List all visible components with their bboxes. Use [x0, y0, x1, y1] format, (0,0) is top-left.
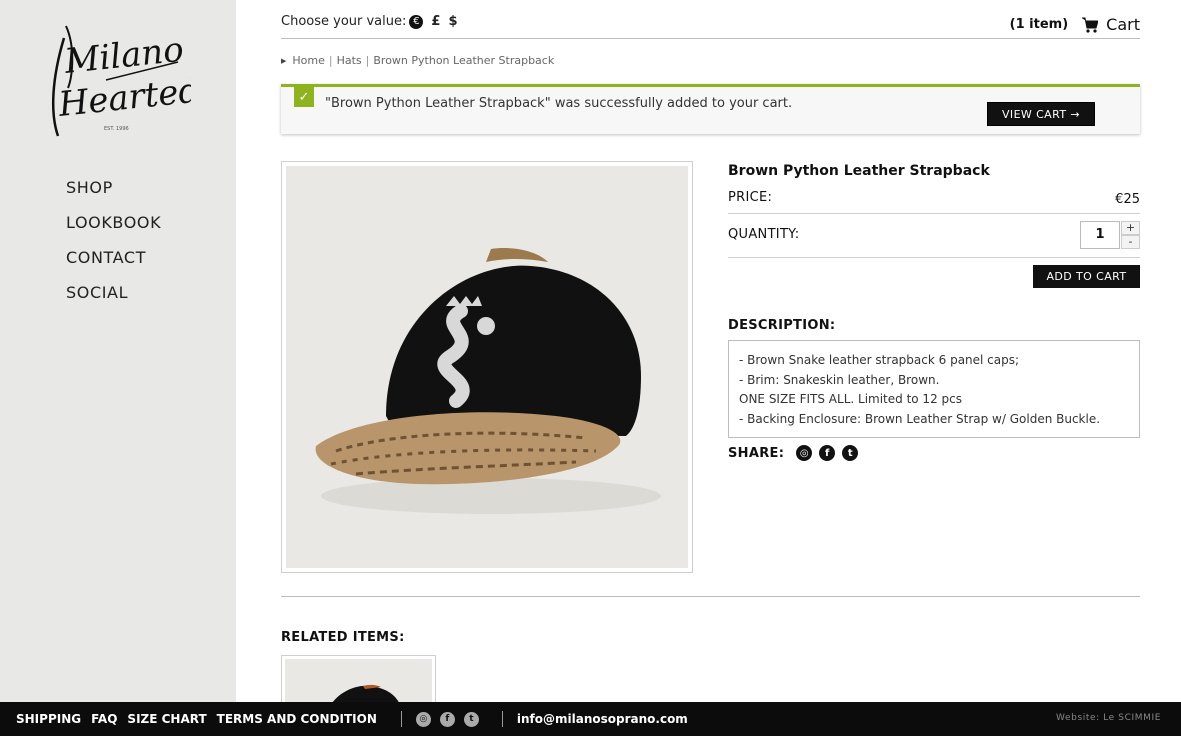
footer: SHIPPING FAQ SIZE CHART TERMS AND CONDIT…: [0, 702, 1181, 736]
brand-logo[interactable]: Milano Hearted EST. 1996: [46, 18, 202, 140]
sidebar-item-contact[interactable]: CONTACT: [66, 248, 161, 283]
breadcrumb-hats[interactable]: Hats: [337, 54, 362, 67]
currency-pound-button[interactable]: £: [431, 14, 440, 29]
breadcrumb-arrow-icon: ▶: [281, 56, 287, 65]
add-to-cart-button[interactable]: ADD TO CART: [1033, 265, 1140, 288]
product-title: Brown Python Leather Strapback: [728, 163, 990, 179]
product-image[interactable]: [286, 166, 688, 568]
footer-separator: [501, 711, 503, 727]
description-line: - Brown Snake leather strapback 6 panel …: [739, 353, 1020, 367]
facebook-icon[interactable]: f: [819, 445, 836, 461]
footer-separator: [400, 711, 402, 727]
breadcrumb-home[interactable]: Home: [292, 54, 324, 67]
description-line: - Backing Enclosure: Brown Leather Strap…: [739, 411, 1101, 426]
instagram-icon[interactable]: ◎: [415, 711, 431, 727]
footer-link-shipping[interactable]: SHIPPING: [16, 712, 81, 726]
cart-label[interactable]: Cart: [1106, 15, 1140, 34]
quantity-input[interactable]: 1: [1080, 221, 1120, 249]
tumblr-icon[interactable]: t: [463, 711, 479, 727]
currency-dollar-button[interactable]: $: [448, 14, 457, 29]
quantity-label: QUANTITY:: [728, 227, 800, 242]
sidebar-nav: SHOP LOOKBOOK CONTACT SOCIAL: [66, 178, 161, 318]
svg-text:EST. 1996: EST. 1996: [104, 126, 129, 132]
currency-euro-button[interactable]: €: [409, 14, 424, 29]
sidebar-item-social[interactable]: SOCIAL: [66, 283, 161, 318]
sidebar: Milano Hearted EST. 1996 SHOP LOOKBOOK C…: [0, 0, 236, 736]
description-box: - Brown Snake leather strapback 6 panel …: [728, 340, 1140, 438]
quantity-row: QUANTITY: 1 + -: [728, 214, 1140, 258]
shopping-cart-icon[interactable]: [1082, 17, 1099, 33]
product-image-frame: [281, 161, 693, 573]
price-row: PRICE: €25: [728, 184, 1140, 214]
breadcrumb: ▶ Home | Hats | Brown Python Leather Str…: [281, 54, 554, 67]
section-divider: [281, 596, 1140, 597]
sidebar-item-lookbook[interactable]: LOOKBOOK: [66, 213, 161, 248]
price-value: €25: [1115, 192, 1140, 207]
view-cart-button[interactable]: VIEW CART →: [987, 102, 1095, 126]
breadcrumb-separator: |: [328, 54, 333, 67]
product-info: Brown Python Leather Strapback PRICE: €2…: [728, 160, 1140, 461]
share-label: SHARE:: [728, 445, 785, 461]
breadcrumb-separator: |: [365, 54, 370, 67]
quantity-decrease-button[interactable]: -: [1121, 235, 1140, 249]
footer-email-link[interactable]: info@milanosoprano.com: [517, 712, 688, 726]
description-label: DESCRIPTION:: [728, 318, 836, 333]
footer-link-terms[interactable]: TERMS AND CONDITION: [217, 712, 377, 726]
price-label: PRICE:: [728, 190, 773, 205]
currency-selector: Choose your value: € £ $: [281, 14, 457, 29]
tumblr-icon[interactable]: t: [842, 445, 859, 461]
breadcrumb-current: Brown Python Leather Strapback: [373, 54, 555, 67]
cart-success-notice: ✓ "Brown Python Leather Strapback" was s…: [281, 84, 1140, 134]
quantity-increase-button[interactable]: +: [1121, 221, 1140, 235]
description-line: - Brim: Snakeskin leather, Brown.: [739, 372, 940, 387]
sidebar-item-shop[interactable]: SHOP: [66, 178, 161, 213]
related-items-title: RELATED ITEMS:: [281, 630, 405, 645]
share-bar: SHARE: ◎ f t: [728, 445, 865, 461]
currency-label: Choose your value:: [281, 14, 407, 29]
notice-message: "Brown Python Leather Strapback" was suc…: [325, 96, 793, 111]
footer-link-size-chart[interactable]: SIZE CHART: [127, 712, 206, 726]
footer-credit[interactable]: Website: Le SCIMMIE: [1056, 713, 1161, 723]
top-bar: Choose your value: € £ $ (1 item) Cart: [281, 12, 1140, 39]
checkmark-icon: ✓: [294, 87, 314, 107]
instagram-icon[interactable]: ◎: [796, 445, 813, 461]
cart-link[interactable]: (1 item) Cart: [1010, 15, 1140, 34]
footer-link-faq[interactable]: FAQ: [91, 712, 117, 726]
description-line: ONE SIZE FITS ALL. Limited to 12 pcs: [739, 392, 962, 406]
facebook-icon[interactable]: f: [439, 711, 455, 727]
cart-count[interactable]: (1 item): [1010, 17, 1069, 32]
